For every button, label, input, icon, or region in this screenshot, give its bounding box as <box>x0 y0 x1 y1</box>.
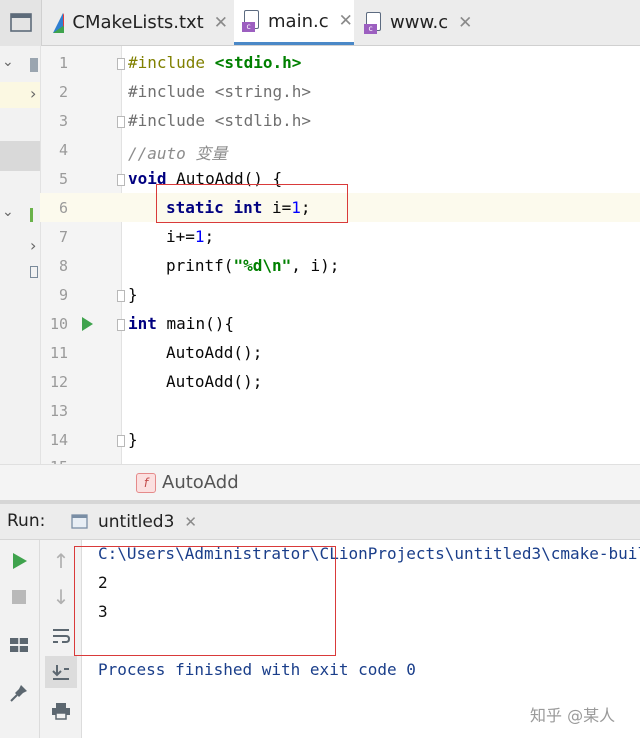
pin-button[interactable] <box>6 680 32 706</box>
breadcrumb: f AutoAdd <box>0 464 640 500</box>
line-number: 1 <box>58 54 68 72</box>
tab-label: main.c <box>268 10 329 32</box>
fold-marker[interactable] <box>117 174 125 186</box>
run-toolbar-primary <box>0 540 40 738</box>
close-icon[interactable]: ✕ <box>214 13 228 33</box>
function-icon: f <box>136 473 156 493</box>
project-panel-strip: ⌄ › ⌄ › <box>0 46 40 498</box>
line-number: 6 <box>58 199 68 217</box>
pin-icon <box>10 685 27 702</box>
stop-icon <box>12 590 26 604</box>
fold-marker[interactable] <box>117 58 125 70</box>
editor-tab-bar: CMakeLists.txt ✕ c main.c ✕ c www.c ✕ <box>0 0 640 46</box>
code-line-11: AutoAdd(); <box>166 343 263 362</box>
soft-wrap-icon <box>53 629 71 643</box>
line-number: 5 <box>58 170 68 188</box>
code-line-12: AutoAdd(); <box>166 372 263 391</box>
console-icon <box>71 514 88 529</box>
scroll-to-end-icon <box>52 665 69 680</box>
chevron-down-icon[interactable]: ⌄ <box>2 54 14 70</box>
line-number: 3 <box>58 112 68 130</box>
tab-label: CMakeLists.txt <box>72 12 204 33</box>
fold-marker[interactable] <box>117 319 125 331</box>
arrow-down-icon: ↓ <box>52 585 70 609</box>
stop-button[interactable] <box>6 584 32 610</box>
code-line-7: i+=1; <box>166 227 215 246</box>
close-icon[interactable]: ✕ <box>184 513 197 531</box>
line-number: 7 <box>58 228 68 246</box>
project-window-icon <box>10 13 32 32</box>
code-line-9: } <box>128 285 138 304</box>
project-tool-button[interactable] <box>0 0 42 46</box>
run-gutter-icon[interactable] <box>80 316 94 332</box>
line-number: 4 <box>58 141 68 159</box>
annotation-box-output <box>74 546 336 656</box>
close-icon[interactable]: ✕ <box>458 13 472 33</box>
line-number: 13 <box>49 402 68 420</box>
code-line-1: #include <stdio.h> <box>128 53 302 72</box>
fold-marker[interactable] <box>117 116 125 128</box>
soft-wrap-button[interactable] <box>48 622 74 648</box>
library-icon <box>30 208 33 222</box>
tab-cmakelists[interactable]: CMakeLists.txt ✕ <box>52 0 228 45</box>
close-icon[interactable]: ✕ <box>339 11 353 31</box>
line-number: 11 <box>49 344 68 362</box>
code-editor[interactable] <box>122 46 640 464</box>
c-file-icon: c <box>364 11 384 34</box>
tab-main-c[interactable]: c main.c ✕ <box>234 0 354 45</box>
folder-icon <box>30 58 38 72</box>
file-icon <box>30 266 38 278</box>
print-icon <box>52 703 70 720</box>
code-line-2: #include <string.h> <box>128 82 312 101</box>
scroll-to-end-button[interactable] <box>45 656 77 688</box>
code-line-3: #include <stdlib.h> <box>128 111 312 130</box>
play-icon <box>13 553 27 569</box>
project-row-selected[interactable] <box>0 141 40 171</box>
code-line-4: //auto 变量 <box>128 144 228 163</box>
scroll-up-button[interactable]: ↑ <box>48 548 74 574</box>
annotation-box-static <box>156 184 348 223</box>
chevron-down-icon[interactable]: ⌄ <box>2 204 14 220</box>
chevron-right-icon[interactable]: › <box>30 236 36 255</box>
code-line-8: printf("%d\n", i); <box>166 256 340 275</box>
layout-icon <box>10 638 28 652</box>
line-number: 12 <box>49 373 68 391</box>
code-line-14: } <box>128 430 138 449</box>
scroll-down-button[interactable]: ↓ <box>48 584 74 610</box>
fold-marker[interactable] <box>117 435 125 447</box>
run-title: Run: <box>7 511 46 531</box>
run-panel-header: Run: untitled3 ✕ <box>0 504 640 540</box>
run-tab-label: untitled3 <box>98 512 175 532</box>
line-number: 14 <box>49 431 68 449</box>
layout-button[interactable] <box>6 632 32 658</box>
arrow-up-icon: ↑ <box>52 549 70 573</box>
line-number: 9 <box>58 286 68 304</box>
code-line-10: int main(){ <box>128 314 234 333</box>
line-number: 2 <box>58 83 68 101</box>
line-number: 8 <box>58 257 68 275</box>
tab-label: www.c <box>390 12 449 33</box>
rerun-button[interactable] <box>6 548 32 574</box>
watermark: 知乎 @某人 <box>530 706 616 725</box>
tab-www-c[interactable]: c www.c ✕ <box>364 0 474 45</box>
print-button[interactable] <box>48 698 74 724</box>
console-line-exit: Process finished with exit code 0 <box>98 660 416 679</box>
run-tab-untitled3[interactable]: untitled3 ✕ <box>70 504 197 540</box>
breadcrumb-item-autoadd[interactable]: AutoAdd <box>162 472 239 493</box>
c-file-icon: c <box>242 10 262 32</box>
cmake-icon <box>53 12 65 33</box>
fold-marker[interactable] <box>117 290 125 302</box>
line-number: 10 <box>49 315 68 333</box>
chevron-right-icon[interactable]: › <box>30 84 36 103</box>
